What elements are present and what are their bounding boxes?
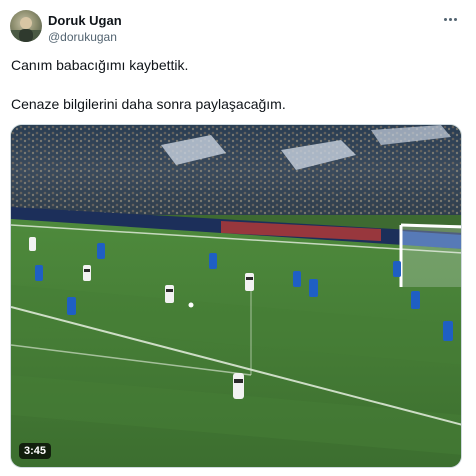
video-duration-badge: 3:45 — [19, 443, 52, 459]
user-handle[interactable]: @dorukugan — [48, 30, 117, 44]
ball — [188, 302, 194, 308]
tweet-card: Doruk Ugan @dorukugan Canım babacığımı k… — [0, 0, 476, 476]
user-avatar[interactable] — [10, 10, 42, 42]
more-options-button[interactable] — [438, 9, 462, 29]
video-player[interactable]: 3:45 — [10, 124, 462, 468]
video-thumbnail — [11, 125, 461, 467]
user-display-name[interactable]: Doruk Ugan — [48, 13, 122, 28]
dot-icon — [453, 17, 457, 21]
dot-icon — [443, 17, 447, 21]
goal-net — [399, 223, 461, 287]
dot-icon — [448, 17, 452, 21]
avatar-photo-icon — [10, 17, 42, 42]
tweet-text-line-2: Cenaze bilgilerini daha sonra paylaşacağ… — [11, 96, 286, 112]
tweet-text-line-1: Canım babacığımı kaybettik. — [11, 57, 189, 73]
